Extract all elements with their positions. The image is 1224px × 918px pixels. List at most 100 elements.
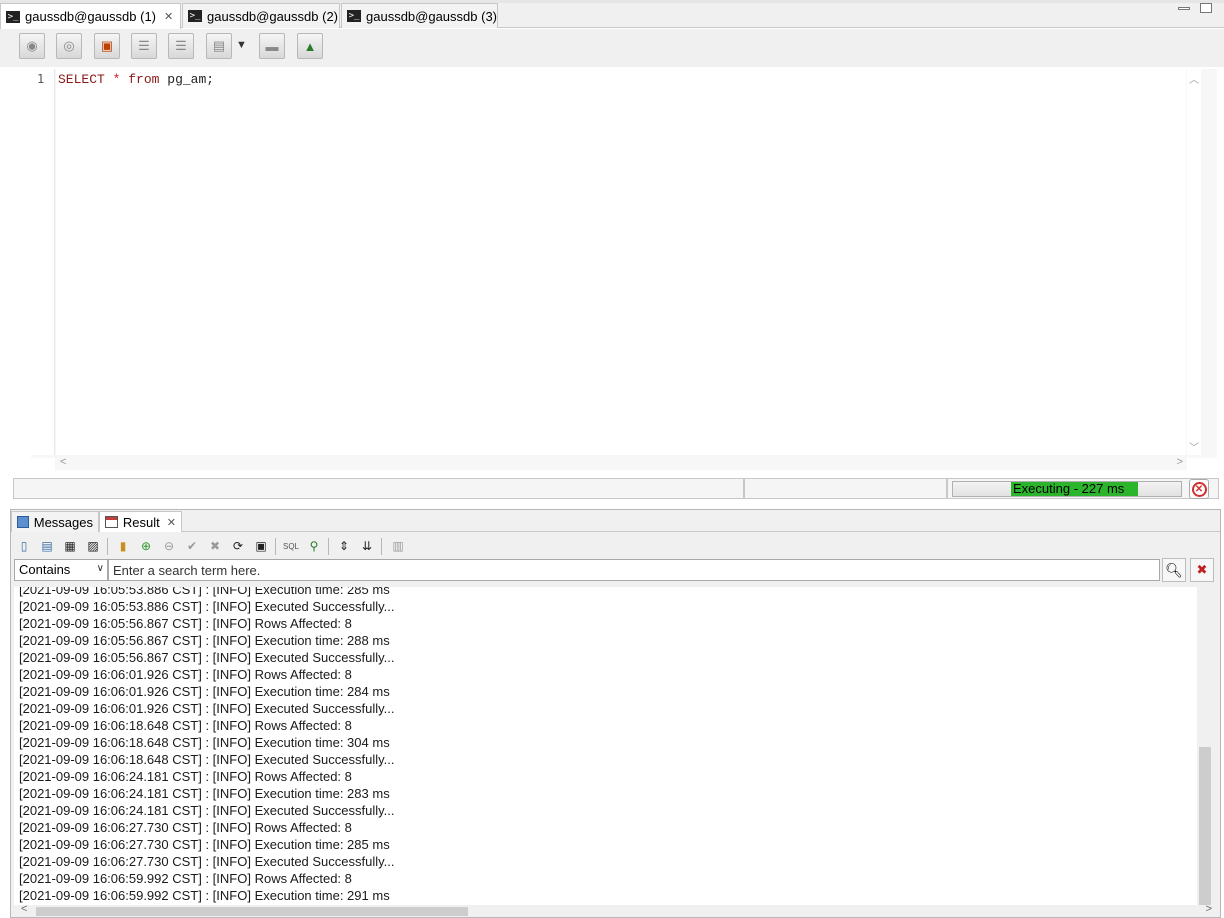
log-line: [2021-09-09 16:06:27.730 CST] : [INFO] R…	[19, 820, 352, 835]
properties-icon[interactable]: ▥	[389, 537, 407, 555]
execute-step-button[interactable]: ◎	[56, 33, 82, 59]
cancel-query-button[interactable]: ▣	[94, 33, 120, 59]
toolbar-separator	[275, 538, 276, 555]
log-line: [2021-09-09 16:06:59.992 CST] : [INFO] E…	[19, 888, 390, 903]
plan-icon: ▲	[303, 38, 317, 54]
search-input[interactable]	[108, 559, 1160, 581]
chevron-down-icon: ∨	[96, 563, 104, 574]
log-line: [2021-09-09 16:06:18.648 CST] : [INFO] E…	[19, 752, 395, 767]
log-line: [2021-09-09 16:06:01.926 CST] : [INFO] E…	[19, 701, 395, 716]
log-line: [2021-09-09 16:06:18.648 CST] : [INFO] E…	[19, 735, 390, 750]
keyword-from: from	[128, 72, 160, 87]
log-line: [2021-09-09 16:05:53.886 CST] : [INFO] E…	[19, 587, 390, 597]
messages-icon	[17, 516, 29, 528]
chevron-down-icon[interactable]: ▼	[236, 39, 247, 51]
rollback-icon[interactable]: ✖	[206, 537, 224, 555]
log-line: [2021-09-09 16:05:56.867 CST] : [INFO] E…	[19, 633, 390, 648]
log-line: [2021-09-09 16:06:27.730 CST] : [INFO] E…	[19, 854, 395, 869]
terminal-icon: >_	[347, 10, 361, 22]
maximize-button[interactable]	[1200, 3, 1212, 13]
search-icon[interactable]: ⚲	[305, 537, 323, 555]
editor-horizontal-scrollbar[interactable]: < >	[55, 456, 1187, 470]
add-row-icon[interactable]: ⊕	[137, 537, 155, 555]
execute-icon: ◉	[26, 38, 38, 53]
tab-result[interactable]: Result ✕	[99, 511, 182, 532]
table-name: pg_am;	[167, 72, 215, 87]
search-button[interactable]: 🔍︎	[1162, 558, 1186, 582]
log-line: [2021-09-09 16:06:24.181 CST] : [INFO] R…	[19, 769, 352, 784]
result-toolbar: ▯ ▤ ▦ ▨ ▮ ⊕ ⊖ ✔ ✖ ⟳ ▣ SQL ⚲ ⇕ ⇊ ▥	[13, 535, 1218, 559]
tab-gaussdb-1[interactable]: >_ gaussdb@gaussdb (1) ✕	[0, 3, 181, 29]
chevron-up-icon[interactable]: ︿	[1189, 71, 1199, 86]
log-horizontal-scrollbar[interactable]: < >	[14, 903, 1212, 917]
indent-down-icon: ☰	[138, 38, 150, 53]
match-mode-value: Contains	[19, 562, 71, 577]
clear-search-button[interactable]: ✖	[1190, 558, 1214, 582]
indent-up-icon: ☰	[175, 38, 187, 53]
tab-label: gaussdb@gaussdb (2)	[207, 8, 338, 24]
status-field-left	[13, 478, 744, 499]
close-icon[interactable]: ✕	[167, 516, 176, 529]
expand-icon[interactable]: ⇕	[335, 537, 353, 555]
scrollbar-thumb[interactable]	[36, 907, 468, 916]
delete-row-icon[interactable]: ⊖	[160, 537, 178, 555]
uncomment-button[interactable]: ☰	[168, 33, 194, 59]
sql-code-line[interactable]: SELECT * from pg_am;	[58, 72, 214, 87]
collapse-icon[interactable]: ⇊	[358, 537, 376, 555]
tab-messages[interactable]: Messages	[11, 511, 99, 532]
editor-vertical-scrollbar[interactable]: ︿ ﹀	[1187, 69, 1201, 455]
progress-label: Executing - 227 ms	[1013, 481, 1125, 496]
execution-progress-bar: Executing - 227 ms	[952, 481, 1182, 497]
keyword-select: SELECT	[58, 72, 105, 87]
align-icon: ▬	[265, 38, 279, 54]
chevron-right-icon[interactable]: >	[1177, 456, 1183, 468]
refresh-icon[interactable]: ⟳	[229, 537, 247, 555]
stop-execution-button[interactable]: ✕	[1189, 479, 1209, 499]
clear-filter-icon: ✖	[1196, 562, 1208, 577]
terminal-icon: >_	[6, 10, 20, 23]
sql-preview-icon[interactable]: SQL	[282, 537, 300, 555]
chevron-left-icon[interactable]: <	[60, 456, 66, 468]
window-icon[interactable]: ▣	[252, 537, 270, 555]
export-all-icon[interactable]: ▨	[84, 537, 102, 555]
editor-tab-bar: >_ gaussdb@gaussdb (1) ✕ >_ gaussdb@gaus…	[0, 0, 1224, 29]
copy-icon[interactable]: ▯	[15, 537, 33, 555]
tab-gaussdb-2[interactable]: >_ gaussdb@gaussdb (2)	[182, 3, 340, 28]
close-icon[interactable]: ✕	[164, 10, 173, 23]
toolbar-separator	[328, 538, 329, 555]
toolbar-separator	[107, 538, 108, 555]
chevron-right-icon[interactable]: >	[1206, 903, 1212, 915]
status-bar: Executing - 227 ms ✕	[13, 476, 1219, 502]
result-grid-icon	[105, 516, 118, 528]
line-number: 1	[37, 72, 45, 86]
log-line: [2021-09-09 16:05:53.886 CST] : [INFO] E…	[19, 599, 395, 614]
tab-gaussdb-3[interactable]: >_ gaussdb@gaussdb (3)	[341, 3, 498, 28]
toolbar-separator	[381, 538, 382, 555]
log-vertical-scrollbar[interactable]	[1198, 587, 1212, 905]
history-button[interactable]: ▤	[206, 33, 232, 59]
tab-label: gaussdb@gaussdb (1)	[25, 9, 156, 24]
chevron-left-icon[interactable]: <	[21, 903, 27, 915]
match-mode-select[interactable]: Contains ∨	[14, 559, 108, 581]
close-circle-icon: ✕	[1191, 481, 1207, 497]
minimize-button[interactable]	[1178, 7, 1190, 10]
execute-button[interactable]: ◉	[19, 33, 45, 59]
copy-with-header-icon[interactable]: ▤	[38, 537, 56, 555]
line-number-gutter	[31, 69, 55, 455]
message-log[interactable]: [2021-09-09 16:05:53.886 CST] : [INFO] E…	[14, 587, 1197, 905]
comment-button[interactable]: ☰	[131, 33, 157, 59]
magnifier-icon: 🔍︎	[1165, 561, 1183, 578]
log-line: [2021-09-09 16:06:24.181 CST] : [INFO] E…	[19, 803, 395, 818]
format-button[interactable]: ▬	[259, 33, 285, 59]
sql-editor[interactable]	[56, 69, 1186, 455]
chevron-down-icon[interactable]: ﹀	[1189, 439, 1199, 454]
explain-plan-button[interactable]: ▲	[297, 33, 323, 59]
paste-icon[interactable]: ▮	[114, 537, 132, 555]
log-line: [2021-09-09 16:06:24.181 CST] : [INFO] E…	[19, 786, 390, 801]
tab-label: Result	[122, 514, 160, 530]
scrollbar-thumb[interactable]	[1199, 747, 1211, 905]
status-field-middle	[744, 478, 947, 499]
export-icon[interactable]: ▦	[61, 537, 79, 555]
log-line: [2021-09-09 16:06:59.992 CST] : [INFO] R…	[19, 871, 352, 886]
save-changes-icon[interactable]: ✔	[183, 537, 201, 555]
